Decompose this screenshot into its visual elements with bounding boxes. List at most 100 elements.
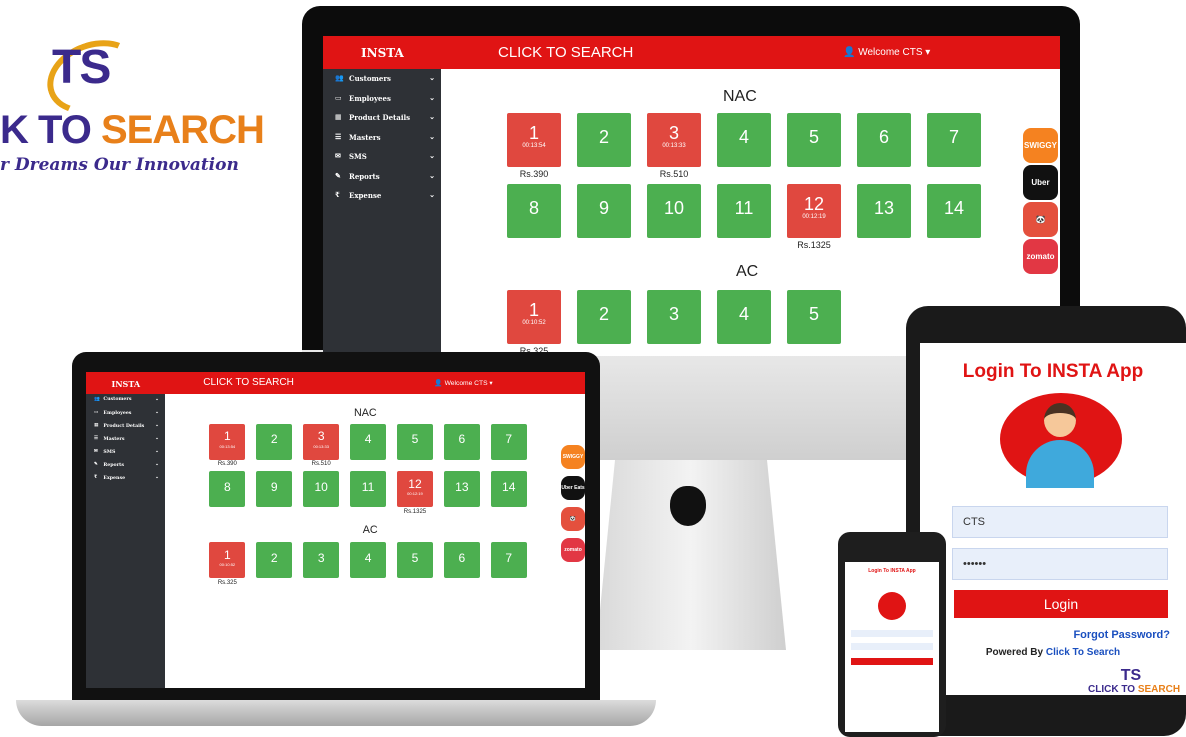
sidebar-item-employees[interactable]: ▭ Employees ⌄ [86, 407, 165, 420]
table-tile-3[interactable]: 3 [647, 290, 701, 344]
table-tile-10[interactable]: 10 [647, 184, 701, 238]
table-tile-1[interactable]: 1 00:10:52 [507, 290, 561, 344]
table-tile-2[interactable]: 2 [256, 423, 293, 460]
table-tile-6[interactable]: 6 [443, 423, 480, 460]
table-tile-7[interactable]: 7 [490, 542, 527, 579]
table-number: 7 [948, 127, 959, 147]
table-tile-2[interactable]: 2 [256, 542, 293, 579]
zomato-icon[interactable]: zomato [1023, 239, 1058, 274]
app-brand[interactable]: INSTA [111, 379, 140, 389]
password-field[interactable]: •••••• [952, 548, 1168, 580]
table-tile-12[interactable]: 12 00:12:19 [396, 471, 434, 508]
table-number: 6 [458, 550, 466, 565]
table-tile-14[interactable]: 14 [490, 471, 527, 508]
table-tile-4[interactable]: 4 [717, 113, 771, 167]
sidebar-item-product-details[interactable]: ▦ Product Details ⌄ [86, 420, 165, 433]
table-tile-6[interactable]: 6 [857, 113, 911, 167]
phone-password-field[interactable] [851, 643, 933, 650]
table-tile-11[interactable]: 11 [717, 184, 771, 238]
welcome-user-menu[interactable]: 👤 Welcome CTS ▾ [434, 379, 492, 387]
sidebar-item-sms[interactable]: ✉ SMS ⌄ [323, 147, 441, 167]
table-tile-5[interactable]: 5 [787, 113, 841, 167]
uber-eats-icon[interactable]: Uber Eats [1023, 165, 1058, 222]
sidebar-item-masters[interactable]: ☰ Masters ⌄ [323, 128, 441, 148]
table-tile-3[interactable]: 3 00:13:33 [647, 113, 701, 167]
sidebar-item-expense[interactable]: ₹ Expense ⌄ [86, 472, 165, 485]
zomato-icon[interactable]: zomato [561, 538, 585, 562]
table-number: 1 [224, 429, 231, 444]
sidebar-item-label: Masters [349, 132, 381, 142]
sidebar-item-label: Expense [349, 191, 382, 200]
table-number: 7 [505, 431, 513, 446]
table-tile-11[interactable]: 11 [349, 471, 387, 508]
swiggy-icon[interactable]: SWIGGY [561, 445, 585, 469]
table-tile-5[interactable]: 5 [787, 290, 841, 344]
sidebar-item-label: Reports [349, 171, 380, 181]
table-tile-2[interactable]: 2 [577, 290, 631, 344]
table-number: 1 [528, 123, 539, 143]
login-button[interactable]: Login [954, 590, 1168, 618]
table-tile-6[interactable]: 6 [443, 542, 480, 579]
app-center-title[interactable]: CLICK TO SEARCH [203, 377, 294, 388]
table-tile-8[interactable]: 8 [209, 471, 246, 508]
table-tile-12[interactable]: 12 00:12:19 [787, 184, 841, 238]
table-tile-1[interactable]: 1 00:10:52 [209, 542, 246, 579]
chevron-down-icon: ⌄ [429, 92, 435, 102]
table-tile-5[interactable]: 5 [396, 542, 434, 579]
sidebar-item-employees[interactable]: ▭ Employees ⌄ [323, 89, 441, 109]
app-center-title[interactable]: CLICK TO SEARCH [498, 44, 633, 61]
uber-eats-icon[interactable]: Uber Eats [561, 476, 585, 500]
table-tile-13[interactable]: 13 [443, 471, 480, 508]
sidebar-item-reports[interactable]: ✎ Reports ⌄ [86, 459, 165, 472]
brand-logo: TS K TO SEARCH r Dreams Our Innovation [0, 27, 290, 188]
chevron-down-icon: ⌄ [155, 422, 160, 428]
sidebar-item-reports[interactable]: ✎ Reports ⌄ [323, 167, 441, 187]
table-tile-4[interactable]: 4 [717, 290, 771, 344]
table-tile-10[interactable]: 10 [303, 471, 340, 508]
table-tile-5[interactable]: 5 [396, 423, 434, 460]
foodpanda-icon[interactable]: 🐼 [561, 507, 585, 531]
table-tile-2[interactable]: 2 [577, 113, 631, 167]
welcome-user-menu[interactable]: 👤 Welcome CTS ▾ [843, 47, 930, 58]
table-tile-3[interactable]: 3 00:13:33 [303, 423, 340, 460]
table-number: 13 [455, 479, 469, 494]
table-tile-3[interactable]: 3 [303, 542, 340, 579]
table-tile-7[interactable]: 7 [490, 423, 527, 460]
foodpanda-icon[interactable]: 🐼 [1023, 202, 1058, 237]
chevron-down-icon: ⌄ [155, 475, 160, 481]
table-number: 4 [738, 304, 749, 324]
sidebar-item-expense[interactable]: ₹ Expense ⌄ [323, 186, 441, 206]
sidebar-item-customers[interactable]: 👥 Customers ⌄ [323, 69, 441, 89]
table-tile-13[interactable]: 13 [857, 184, 911, 238]
table-tile-1[interactable]: 1 00:13:54 [209, 423, 246, 460]
table-tile-14[interactable]: 14 [927, 184, 981, 238]
sidebar-item-masters[interactable]: ☰ Masters ⌄ [86, 433, 165, 446]
apple-logo-icon [670, 486, 706, 526]
swiggy-icon[interactable]: SWIGGY [1023, 128, 1058, 163]
phone-login-screen: Login To INSTA App [845, 562, 939, 732]
sidebar-item-customers[interactable]: 👥 Customers ⌄ [86, 394, 165, 407]
table-number: 4 [364, 550, 372, 565]
chevron-down-icon: ⌄ [155, 409, 160, 415]
table-tile-7[interactable]: 7 [927, 113, 981, 167]
table-tile-4[interactable]: 4 [349, 542, 387, 579]
table-tile-1[interactable]: 1 00:13:54 [507, 113, 561, 167]
phone-username-field[interactable] [851, 630, 933, 637]
logo-mark: TS [36, 27, 156, 127]
phone-login-button[interactable] [851, 658, 933, 665]
table-tile-4[interactable]: 4 [349, 423, 387, 460]
app-brand[interactable]: INSTA [361, 46, 404, 60]
app-header: INSTA CLICK TO SEARCH 👤 Welcome CTS ▾ [86, 372, 585, 395]
forgot-password-link[interactable]: Forgot Password? [1040, 629, 1170, 641]
sidebar: 👥 Customers ⌄ ▭ Employees ⌄ ▦ Product Details ⌄ ☰… [323, 69, 441, 356]
powered-by-link[interactable]: Click To Search [1046, 647, 1120, 658]
sidebar-item-product-details[interactable]: ▦ Product Details ⌄ [323, 108, 441, 128]
sidebar-item-sms[interactable]: ✉ SMS ⌄ [86, 446, 165, 459]
table-number: 5 [411, 431, 419, 446]
username-field[interactable]: CTS [952, 506, 1168, 538]
table-tile-8[interactable]: 8 [507, 184, 561, 238]
table-tile-9[interactable]: 9 [577, 184, 631, 238]
sidebar-item-label: SMS [103, 449, 116, 455]
table-tile-9[interactable]: 9 [256, 471, 293, 508]
table-number: 11 [734, 198, 754, 218]
